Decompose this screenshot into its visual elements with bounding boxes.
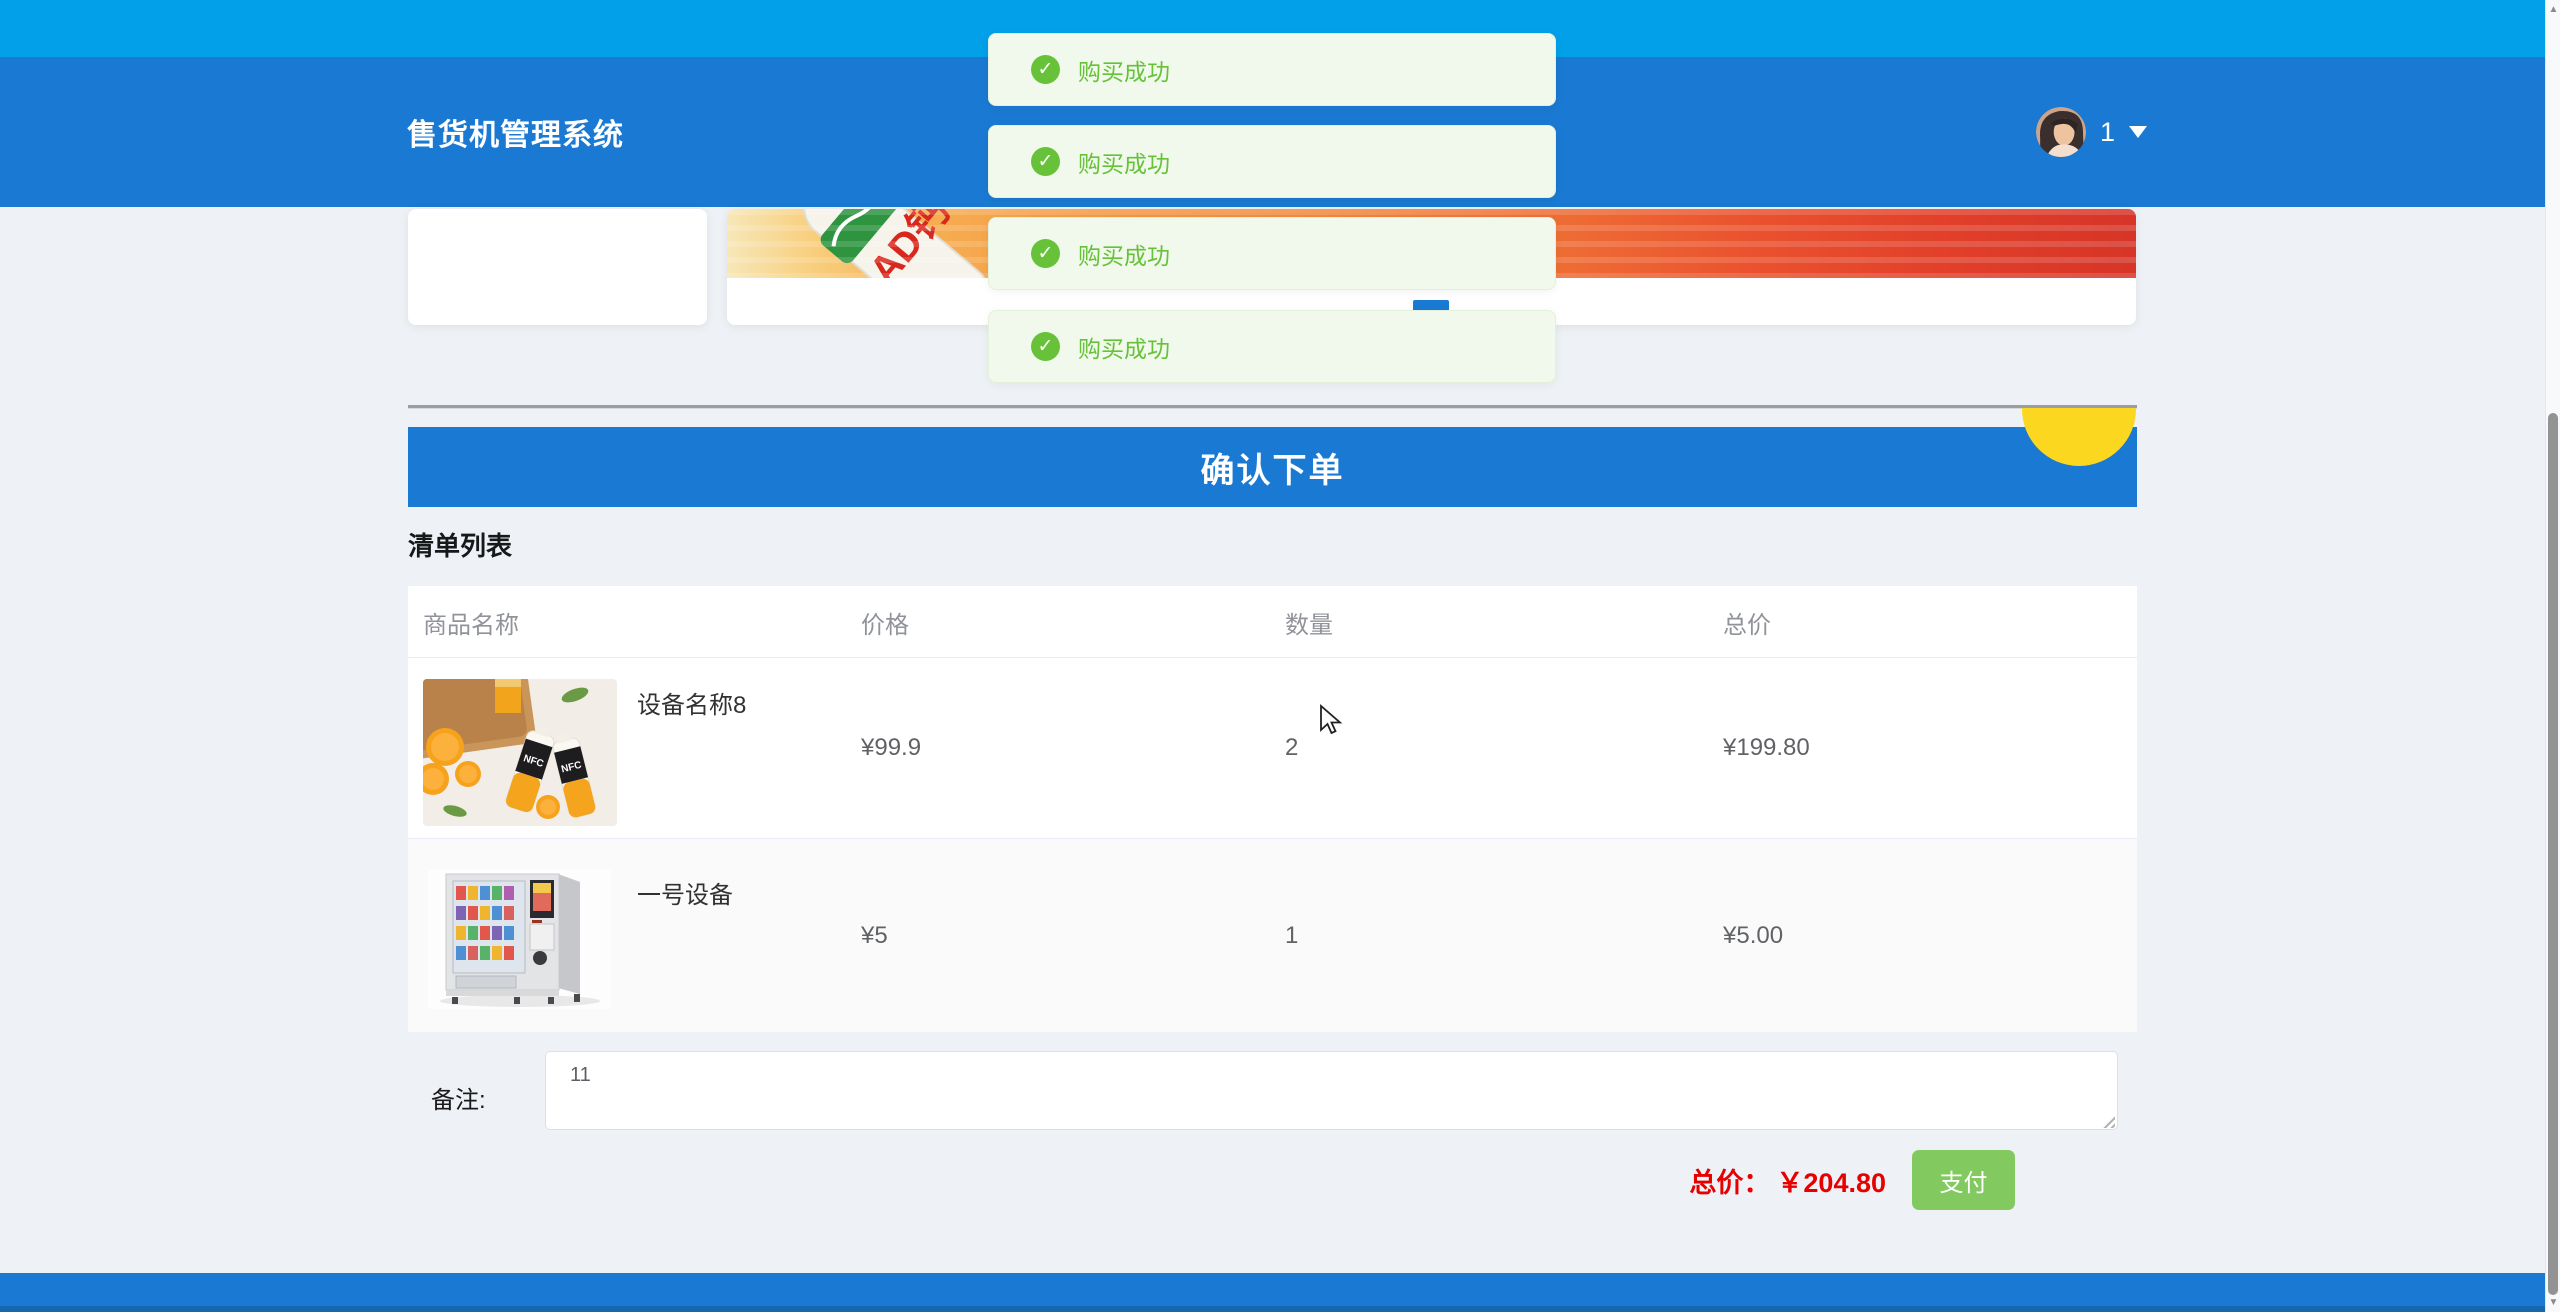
toast-text: 购买成功: [1078, 145, 1170, 179]
vending-machine-photo: [428, 870, 611, 1009]
product-image-vending-machine: [428, 870, 611, 1009]
success-icon: ✓: [1031, 332, 1060, 361]
product-total: ¥199.80: [1723, 658, 1810, 838]
toast-text: 购买成功: [1078, 330, 1170, 364]
success-icon: ✓: [1031, 55, 1060, 84]
table-header-row: 商品名称 价格 数量 总价: [408, 586, 2137, 658]
scroll-down-icon[interactable]: ▼: [2546, 1298, 2560, 1308]
pay-button[interactable]: 支付: [1912, 1150, 2015, 1210]
column-header-quantity: 数量: [1285, 586, 1333, 658]
juice-photo: NFC NFC: [423, 679, 617, 826]
chevron-down-icon[interactable]: [2129, 126, 2147, 138]
section-divider: [408, 405, 2137, 408]
remark-input[interactable]: 11: [545, 1051, 2118, 1130]
user-avatar[interactable]: [2036, 107, 2086, 157]
order-total: 总价：￥204.80: [1689, 1161, 1886, 1200]
toast-message: ✓ 购买成功: [988, 125, 1556, 198]
product-price: ¥99.9: [861, 658, 921, 838]
payment-row: 总价：￥204.80 支付: [408, 1150, 2137, 1210]
toast-message: ✓ 购买成功: [988, 310, 1556, 383]
scroll-up-icon[interactable]: ▲: [2546, 5, 2560, 15]
order-section-header: 确认下单: [408, 427, 2137, 507]
product-quantity: 1: [1285, 839, 1298, 1032]
user-menu[interactable]: 1: [2036, 57, 2147, 207]
order-section-title: 确认下单: [1201, 443, 1345, 492]
scrollbar[interactable]: ▲ ▼: [2545, 0, 2560, 1312]
column-header-price: 价格: [861, 586, 909, 658]
toast-message: ✓ 购买成功: [988, 33, 1556, 106]
product-price: ¥5: [861, 839, 888, 1032]
product-image-juice: NFC NFC: [423, 679, 617, 826]
app-title: 售货机管理系统: [407, 57, 624, 207]
product-quantity: 2: [1285, 658, 1298, 838]
left-card: [408, 209, 707, 325]
toast-message: ✓ 购买成功: [988, 217, 1556, 290]
order-total-value: ￥204.80: [1776, 1168, 1886, 1198]
username-label: 1: [2100, 117, 2115, 148]
remark-label: 备注:: [431, 1080, 486, 1115]
toast-text: 购买成功: [1078, 237, 1170, 271]
success-icon: ✓: [1031, 147, 1060, 176]
success-icon: ✓: [1031, 239, 1060, 268]
mouse-cursor: [1318, 704, 1346, 736]
table-row: NFC NFC 设备名称8 ¥99.9 2 ¥199.80: [408, 658, 2137, 839]
avatar-image: [2036, 107, 2086, 157]
product-name: 一号设备: [637, 875, 733, 910]
list-title: 清单列表: [408, 526, 512, 563]
banner-product-label: AD钙: [861, 209, 958, 278]
page-footer: [0, 1273, 2545, 1312]
toast-text: 购买成功: [1078, 53, 1170, 87]
scrollbar-thumb[interactable]: [2548, 413, 2558, 1295]
product-total: ¥5.00: [1723, 839, 1783, 1032]
order-total-label: 总价：: [1689, 1168, 1770, 1198]
column-header-product: 商品名称: [423, 586, 519, 658]
table-row: 一号设备 ¥5 1 ¥5.00: [408, 839, 2137, 1032]
product-name: 设备名称8: [637, 685, 746, 720]
column-header-total: 总价: [1723, 586, 1771, 658]
order-table: 商品名称 价格 数量 总价: [408, 586, 2137, 1032]
